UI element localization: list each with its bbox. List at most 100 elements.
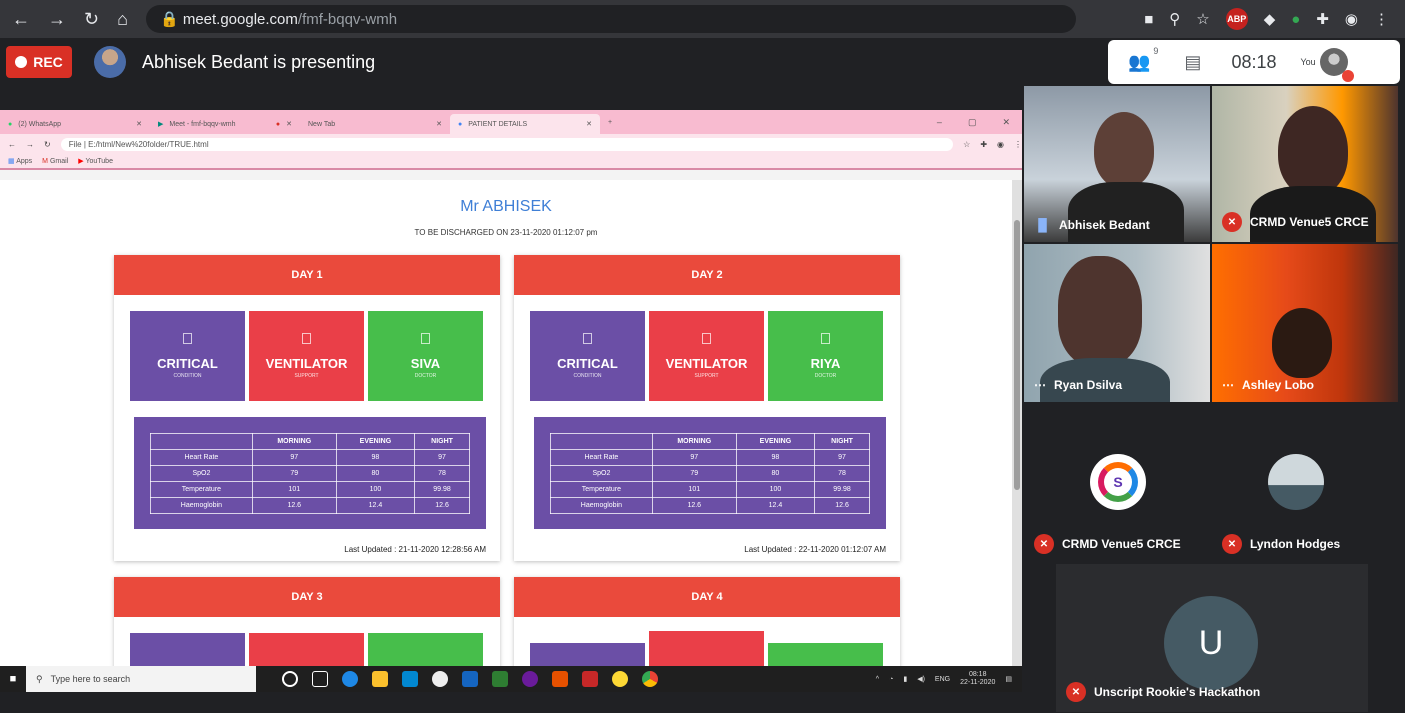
- table-cell: 12.6: [414, 497, 470, 514]
- participant-tile[interactable]: ⋯ Ryan Dsilva: [1024, 244, 1210, 402]
- forward-icon[interactable]: →: [26, 140, 34, 149]
- page-scrollbar[interactable]: [1012, 180, 1022, 670]
- doctor-tile[interactable]: RIYA DOCTOR: [768, 311, 883, 401]
- people-icon[interactable]: 👥 9: [1128, 46, 1158, 73]
- star-icon[interactable]: ☆: [1196, 10, 1209, 28]
- chat-icon[interactable]: ▤: [1184, 52, 1201, 73]
- maximize-icon[interactable]: ▢: [968, 117, 977, 128]
- url-path: /fmf-bqqv-wmh: [297, 10, 398, 28]
- support-tile[interactable]: [249, 633, 364, 670]
- puzzle-icon[interactable]: ✚: [1316, 10, 1329, 28]
- close-icon[interactable]: ✕: [436, 120, 442, 128]
- tray-chevron-icon[interactable]: ^: [876, 676, 879, 683]
- close-icon[interactable]: ✕: [286, 120, 292, 128]
- more-options-icon[interactable]: ⋯: [1034, 378, 1046, 392]
- battery-icon[interactable]: ▮: [903, 675, 907, 683]
- reload-icon[interactable]: ↻: [44, 140, 51, 149]
- inner-tab[interactable]: ● (2) WhatsApp ✕: [0, 114, 150, 134]
- participant-tile[interactable]: S ✕ CRMD Venue5 CRCE: [1024, 436, 1210, 564]
- new-tab-icon[interactable]: +: [600, 119, 612, 126]
- zoom-icon[interactable]: ⚲: [1169, 10, 1180, 28]
- day-title: DAY 1: [114, 255, 500, 295]
- participant-face: [1278, 106, 1348, 196]
- inner-tab[interactable]: ▶ Meet - fmf-bqqv-wmh ● ✕: [150, 114, 300, 134]
- support-tile[interactable]: VENTILATOR SUPPORT: [649, 311, 764, 401]
- participant-tile[interactable]: ✕ CRMD Venue5 CRCE: [1212, 86, 1398, 242]
- extension-gem-icon[interactable]: ◆: [1264, 10, 1276, 28]
- meet-toolbar: 👥 9 ▤ 08:18 You: [1108, 40, 1400, 84]
- store-icon[interactable]: [402, 671, 418, 687]
- status-tile[interactable]: [130, 633, 245, 670]
- menu-icon[interactable]: ⋮: [1014, 140, 1022, 149]
- doctor-tile[interactable]: [368, 633, 483, 670]
- edge-icon[interactable]: [342, 671, 358, 687]
- close-window-icon[interactable]: ✕: [1002, 117, 1010, 128]
- participant-tile[interactable]: ⋯ Ashley Lobo: [1212, 244, 1398, 402]
- bookmark-gmail[interactable]: M Gmail: [42, 158, 68, 165]
- rec-button[interactable]: REC: [6, 46, 72, 78]
- participant-tile[interactable]: ▐▌ Abhisek Bedant: [1024, 86, 1210, 242]
- table-cell: 97: [814, 449, 870, 466]
- office-icon[interactable]: [552, 671, 568, 687]
- participant-tile[interactable]: ✕ Lyndon Hodges: [1212, 436, 1398, 564]
- volume-icon[interactable]: ◀): [917, 675, 925, 683]
- minimize-icon[interactable]: –: [937, 117, 942, 128]
- app-yellow-icon[interactable]: [612, 671, 628, 687]
- bookmark-apps[interactable]: ▦ Apps: [8, 157, 32, 165]
- cortana-icon[interactable]: [282, 671, 298, 687]
- bookmark-youtube[interactable]: ▶ YouTube: [78, 157, 113, 165]
- github-icon[interactable]: [522, 671, 538, 687]
- chrome-icon[interactable]: [642, 671, 658, 687]
- reload-icon[interactable]: ↻: [84, 9, 99, 30]
- notification-icon[interactable]: ▤: [1005, 675, 1012, 683]
- doctor-tile[interactable]: SIVA DOCTOR: [368, 311, 483, 401]
- participant-tile[interactable]: U ✕ Unscript Rookie's Hackathon: [1056, 564, 1368, 712]
- camera-icon[interactable]: ■: [1144, 11, 1153, 28]
- back-icon[interactable]: ←: [8, 140, 16, 149]
- close-icon[interactable]: ✕: [136, 120, 142, 128]
- taskbar-clock[interactable]: 08:18 22-11-2020: [960, 671, 995, 688]
- menu-icon[interactable]: ⋮: [1374, 10, 1389, 28]
- inner-url[interactable]: File | E:/html/New%20folder/TRUE.html: [60, 137, 954, 151]
- app-red-icon[interactable]: [582, 671, 598, 687]
- close-icon[interactable]: ✕: [586, 120, 592, 128]
- adblock-icon[interactable]: ABP: [1225, 8, 1248, 30]
- self-avatar[interactable]: [1319, 48, 1354, 82]
- table-cell: 80: [735, 465, 816, 482]
- windows-start-icon[interactable]: ■: [0, 673, 26, 685]
- mic-off-icon: ✕: [1222, 212, 1242, 232]
- support-tile[interactable]: VENTILATOR SUPPORT: [249, 311, 364, 401]
- inner-tab-active[interactable]: ● PATIENT DETAILS ✕: [450, 114, 600, 134]
- app-blue-icon[interactable]: [462, 671, 478, 687]
- back-icon[interactable]: ←: [12, 9, 30, 30]
- extension-green-icon[interactable]: ●: [1291, 11, 1300, 28]
- table-header-row: MORNING EVENING NIGHT: [150, 433, 470, 450]
- lang-indicator[interactable]: ENG: [935, 676, 950, 683]
- taskbar-search[interactable]: ⚲ Type here to search: [26, 666, 256, 692]
- day-card: DAY 2 CRITICAL CONDITION VENTILATOR SUPPOR…: [514, 255, 900, 561]
- puzzle-icon[interactable]: ✚: [980, 140, 987, 149]
- inner-tab[interactable]: New Tab ✕: [300, 114, 450, 134]
- address-bar[interactable]: 🔒 meet.google.com/fmf-bqqv-wmh: [145, 5, 1076, 33]
- profile-icon[interactable]: ◉: [997, 140, 1004, 149]
- status-tile[interactable]: CRITICAL CONDITION: [130, 311, 245, 401]
- star-icon[interactable]: ☆: [963, 140, 970, 149]
- xbox-icon[interactable]: [432, 671, 448, 687]
- file-explorer-icon[interactable]: [372, 671, 388, 687]
- profile-icon[interactable]: ◉: [1345, 10, 1358, 28]
- table-cell: 78: [414, 465, 470, 482]
- forward-icon[interactable]: →: [48, 9, 66, 30]
- support-tile[interactable]: [649, 631, 764, 670]
- day-title: DAY 2: [514, 255, 900, 295]
- task-view-icon[interactable]: [312, 671, 328, 687]
- presenting-text: Abhisek Bedant is presenting: [142, 52, 376, 72]
- table-cell: 79: [251, 465, 337, 482]
- participant-label: ▐▌ Abhisek Bedant: [1034, 218, 1150, 232]
- network-icon[interactable]: ◔: [889, 676, 893, 683]
- status-tile[interactable]: CRITICAL CONDITION: [530, 311, 645, 401]
- column-header: [150, 433, 253, 450]
- app-green-icon[interactable]: [492, 671, 508, 687]
- scrollbar-thumb[interactable]: [1014, 220, 1020, 490]
- more-options-icon[interactable]: ⋯: [1222, 378, 1234, 392]
- home-icon[interactable]: ⌂: [117, 9, 128, 30]
